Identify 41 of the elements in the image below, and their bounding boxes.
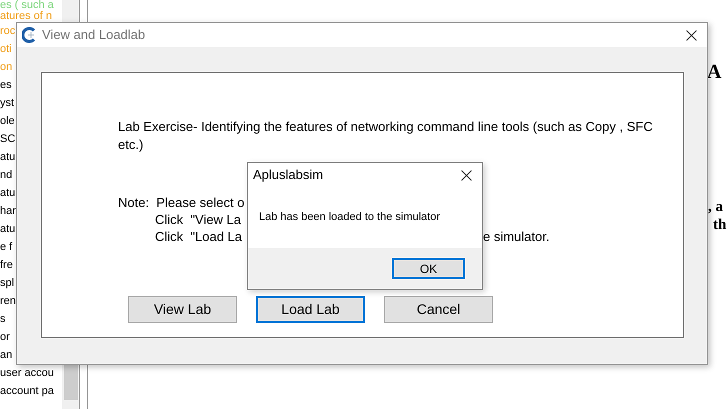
list-text: ole: [0, 116, 15, 126]
lab-description: Lab Exercise- Identifying the features of networking command line tools (such as Copy , SFC etc.): [118, 118, 654, 154]
list-text: es ( such a: [0, 0, 54, 11]
dialog-button[interactable]: View Lab: [128, 296, 237, 323]
list-text: user accou: [0, 368, 54, 378]
ok-button[interactable]: OK: [392, 258, 465, 279]
message-text: Lab has been loaded to the simulator: [259, 210, 440, 226]
dialog-button[interactable]: Cancel: [384, 296, 493, 323]
close-icon[interactable]: [461, 170, 472, 180]
list-text: an: [0, 350, 12, 360]
message-box-title: Apluslabsim: [253, 166, 324, 184]
list-text: atures of n: [0, 11, 52, 22]
list-text: SC: [0, 134, 16, 144]
list-text: atu: [0, 152, 16, 162]
note-text: Click "View La: [155, 213, 242, 226]
note-text: Click "Load La: [155, 230, 242, 243]
list-text: es: [0, 80, 12, 90]
page-text: , a: [708, 200, 723, 215]
note-text: Note: Please select o: [118, 196, 244, 209]
list-text: har: [0, 206, 16, 216]
list-text: e f: [0, 242, 12, 252]
list-text: atu: [0, 188, 16, 198]
dialog-button[interactable]: Load Lab: [256, 296, 365, 323]
list-text: spl: [0, 278, 14, 288]
list-text: oti: [0, 44, 12, 54]
list-text: atu: [0, 224, 16, 234]
page-text: A: [707, 62, 722, 82]
list-text: nd: [0, 170, 12, 180]
close-icon[interactable]: [686, 30, 697, 40]
page-text: th: [713, 218, 726, 233]
list-text: yst: [0, 98, 14, 108]
list-text: account pa: [0, 386, 54, 396]
list-text: ren: [0, 296, 16, 306]
list-text: s: [0, 314, 6, 324]
logo-icon: [22, 27, 36, 43]
list-text: on: [0, 62, 12, 72]
note-text: e simulator.: [483, 230, 550, 243]
list-text: roc: [0, 26, 16, 36]
list-text: fre: [0, 260, 13, 270]
list-text: or: [0, 332, 10, 342]
window-title: View and Loadlab: [42, 26, 146, 44]
